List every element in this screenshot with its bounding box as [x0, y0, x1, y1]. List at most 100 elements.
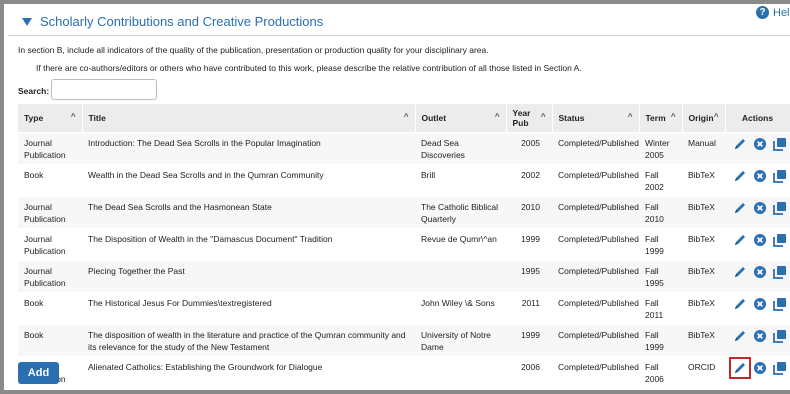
pencil-icon[interactable] [733, 329, 747, 343]
cell-status: Completed/Published [558, 234, 639, 244]
cell-origin: BibTeX [688, 202, 715, 212]
cell-actions [725, 261, 790, 293]
cell-origin: BibTeX [688, 298, 715, 308]
cell-type: Book [24, 298, 44, 308]
cell-outlet: University of Notre Dame [421, 330, 491, 352]
delete-icon[interactable] [753, 233, 767, 247]
cell-year: 2005 [521, 138, 540, 148]
cell-actions [725, 357, 790, 389]
column-header-term[interactable]: Term ^ [639, 104, 683, 133]
cell-status: Completed/Published [558, 330, 639, 340]
sort-arrow-icon: ^ [670, 112, 676, 121]
delete-icon[interactable] [753, 361, 767, 375]
cell-type: Journal Publication [24, 202, 66, 224]
cell-status: Completed/Published [558, 138, 639, 148]
delete-icon[interactable] [753, 329, 767, 343]
table-row: Journal PublicationAlienated Catholics: … [18, 356, 790, 389]
copy-icon[interactable] [773, 329, 787, 343]
cell-year: 2006 [521, 362, 540, 372]
copy-icon[interactable] [773, 265, 787, 279]
pencil-icon[interactable] [733, 297, 747, 311]
cell-actions [725, 133, 790, 165]
copy-icon[interactable] [773, 169, 787, 183]
cell-title: The Dead Sea Scrolls and the Hasmonean S… [88, 202, 272, 212]
instruction-line-1: In section B, include all indicators of … [18, 45, 489, 55]
help-link[interactable]: ? Help [756, 6, 790, 19]
cell-term: Fall 1999 [645, 234, 664, 256]
delete-icon[interactable] [753, 137, 767, 151]
copy-icon[interactable] [773, 297, 787, 311]
table-row: Journal Publication Introduction: The Dea… [18, 132, 790, 165]
delete-icon[interactable] [753, 265, 767, 279]
cell-term: Fall 2011 [645, 298, 664, 320]
delete-icon[interactable] [753, 169, 767, 183]
copy-icon[interactable] [773, 361, 787, 375]
search-label: Search: [18, 86, 50, 96]
table-row: Book Wealth in the Dead Sea Scrolls and i… [18, 164, 790, 197]
column-header-year[interactable]: Year Pub ^ [506, 104, 553, 133]
cell-title: Wealth in the Dead Sea Scrolls and in th… [88, 170, 324, 180]
cell-type: Book [24, 170, 44, 180]
sort-arrow-icon: ^ [713, 112, 719, 121]
cell-origin: BibTeX [688, 330, 715, 340]
cell-actions [725, 293, 790, 325]
section-header[interactable]: Scholarly Contributions and Creative Pro… [8, 10, 790, 36]
table-row: Journal Publication Piecing Together the … [18, 260, 790, 293]
cell-origin: BibTeX [688, 234, 715, 244]
delete-icon[interactable] [753, 201, 767, 215]
cell-actions [725, 325, 790, 357]
copy-icon[interactable] [773, 233, 787, 247]
help-icon: ? [756, 6, 769, 19]
cell-type: Journal Publication [24, 234, 66, 256]
column-header-title[interactable]: Title ^ [82, 104, 416, 133]
table-row: Book The disposition of wealth in the lit… [18, 324, 790, 357]
copy-icon[interactable] [773, 201, 787, 215]
section-title[interactable]: Scholarly Contributions and Creative Pro… [40, 14, 323, 29]
cell-actions [725, 165, 790, 197]
table-header-row: Type ^ Title ^ Outlet ^ Year Pub ^ Status ^ T… [18, 104, 790, 133]
cell-title: Alienated Catholics: Establishing the Gr… [88, 362, 323, 372]
add-button[interactable]: Add [18, 362, 59, 384]
sort-arrow-icon: ^ [70, 112, 76, 121]
cell-title: The Disposition of Wealth in the "Damasc… [88, 234, 333, 244]
cell-status: Completed/Published [558, 266, 639, 276]
pencil-icon[interactable] [733, 265, 747, 279]
cell-term: Winter 2005 [645, 138, 670, 160]
collapse-triangle-icon[interactable] [22, 18, 32, 26]
column-header-origin[interactable]: Origin ^ [682, 104, 726, 133]
sort-arrow-icon: ^ [540, 112, 546, 121]
cell-type: Journal Publication [24, 266, 66, 288]
table-row: Journal Publication The Disposition of We… [18, 228, 790, 261]
pencil-icon[interactable] [729, 357, 751, 379]
cell-outlet [415, 357, 506, 389]
cell-year: 2002 [521, 170, 540, 180]
pencil-icon[interactable] [733, 169, 747, 183]
cell-outlet: Revue de Qumr\^an [421, 234, 497, 244]
cell-term: Fall 2010 [645, 202, 664, 224]
cell-origin: BibTeX [688, 170, 715, 180]
column-header-outlet[interactable]: Outlet ^ [415, 104, 507, 133]
sort-arrow-icon: ^ [627, 112, 633, 121]
cell-status: Completed/Published [558, 362, 639, 372]
cell-actions [725, 229, 790, 261]
copy-icon[interactable] [773, 137, 787, 151]
cell-title: The Historical Jesus For Dummies\textreg… [88, 298, 272, 308]
column-header-type[interactable]: Type ^ [18, 104, 83, 133]
pencil-icon[interactable] [733, 201, 747, 215]
pencil-icon[interactable] [733, 233, 747, 247]
cell-type: Journal Publication [24, 138, 66, 160]
cell-year: 2010 [521, 202, 540, 212]
cell-outlet: Brill [421, 170, 436, 180]
cell-status: Completed/Published [558, 202, 639, 212]
column-header-status[interactable]: Status ^ [552, 104, 640, 133]
table-row: Journal Publication The Dead Sea Scrolls … [18, 196, 790, 229]
cell-outlet [415, 261, 506, 293]
cell-status: Completed/Published [558, 298, 639, 308]
search-input[interactable] [51, 79, 157, 100]
table-row: Book The Historical Jesus For Dummies\tex… [18, 292, 790, 325]
cell-title: The disposition of wealth in the literat… [88, 330, 406, 352]
pencil-icon[interactable] [733, 137, 747, 151]
delete-icon[interactable] [753, 297, 767, 311]
cell-term: Fall 1995 [645, 266, 664, 288]
instruction-line-2: If there are co-authors/editors or other… [36, 63, 582, 73]
